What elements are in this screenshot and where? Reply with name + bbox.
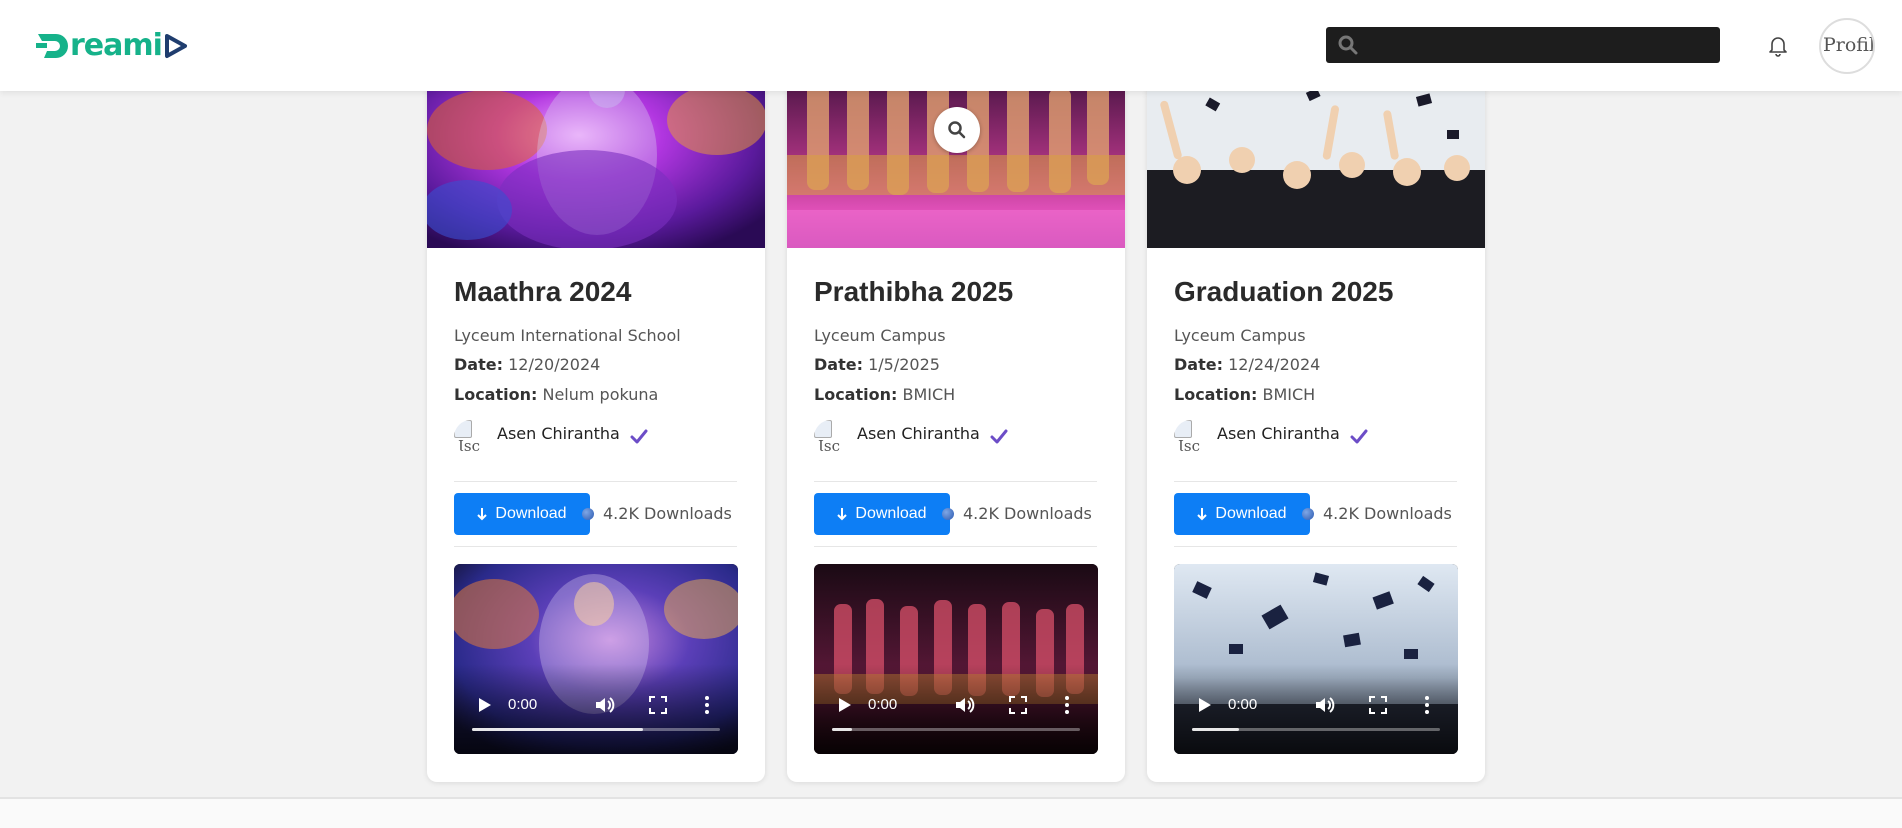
event-location: Location: BMICH <box>814 385 955 404</box>
event-date: Date: 12/20/2024 <box>454 355 600 374</box>
event-date: Date: 1/5/2025 <box>814 355 940 374</box>
fullscreen-icon[interactable] <box>1009 696 1027 714</box>
divider <box>1174 546 1457 547</box>
author-avatar-alt: Isc <box>818 437 841 454</box>
video-progress-bar[interactable] <box>832 728 1080 731</box>
volume-icon[interactable] <box>954 695 976 715</box>
fullscreen-icon[interactable] <box>649 696 667 714</box>
date-value: 1/5/2025 <box>868 355 940 374</box>
event-title: Prathibha 2025 <box>814 276 1014 307</box>
date-value: 12/24/2024 <box>1228 355 1321 374</box>
video-time: 0:00 <box>868 696 898 713</box>
play-icon[interactable] <box>838 697 852 713</box>
logo-text: reami <box>70 28 163 63</box>
event-title: Maathra 2024 <box>454 276 632 307</box>
more-icon[interactable] <box>1424 695 1430 715</box>
event-organization: Lyceum Campus <box>814 326 946 345</box>
video-progress-fill <box>472 728 644 731</box>
divider <box>814 481 1097 482</box>
event-date: Date: 12/24/2024 <box>1174 355 1320 374</box>
author-name[interactable]: Asen Chirantha <box>857 424 980 443</box>
profile-alt-text: Profile <box>1823 34 1875 56</box>
download-count: 4.2K Downloads <box>942 504 1092 523</box>
event-card: Prathibha 2025 Lyceum Campus Date: 1/5/2… <box>787 60 1125 782</box>
more-icon[interactable] <box>1064 695 1070 715</box>
location-value: BMICH <box>902 385 956 404</box>
location-value: Nelum pokuna <box>542 385 659 404</box>
date-label: Date: <box>1174 355 1223 374</box>
logo-play-icon <box>164 34 187 58</box>
divider <box>814 546 1097 547</box>
author-avatar: Isc <box>1174 420 1208 454</box>
author-avatar: Isc <box>814 420 848 454</box>
download-count: 4.2K Downloads <box>1302 504 1452 523</box>
download-label: Download <box>1215 505 1287 522</box>
play-icon[interactable] <box>478 697 492 713</box>
bell-icon[interactable] <box>1766 33 1790 57</box>
video-time: 0:00 <box>1228 696 1258 713</box>
video-player[interactable]: 0:00 <box>814 564 1098 754</box>
event-location: Location: Nelum pokuna <box>454 385 658 404</box>
video-progress-fill <box>1192 728 1240 731</box>
verified-icon <box>990 429 1008 444</box>
event-organization: Lyceum International School <box>454 326 681 345</box>
event-title: Graduation 2025 <box>1174 276 1394 307</box>
profile-avatar[interactable]: Profile <box>1819 18 1875 74</box>
dreamio-logo[interactable]: reami <box>36 28 188 64</box>
download-button[interactable]: Download <box>1174 493 1310 535</box>
logo-d-icon <box>36 34 68 58</box>
fullscreen-icon[interactable] <box>1369 696 1387 714</box>
author-avatar-alt: Isc <box>1178 437 1201 454</box>
verified-icon <box>630 429 648 444</box>
verified-icon <box>1350 429 1368 444</box>
author-avatar: Isc <box>454 420 488 454</box>
event-card: Maathra 2024 Lyceum International School… <box>427 60 765 782</box>
download-count: 4.2K Downloads <box>582 504 732 523</box>
location-label: Location: <box>454 385 538 404</box>
download-button[interactable]: Download <box>814 493 950 535</box>
download-label: Download <box>855 505 927 522</box>
volume-icon[interactable] <box>1314 695 1336 715</box>
event-organization: Lyceum Campus <box>1174 326 1306 345</box>
location-value: BMICH <box>1262 385 1316 404</box>
video-progress-fill <box>832 728 852 731</box>
location-label: Location: <box>1174 385 1258 404</box>
event-location: Location: BMICH <box>1174 385 1315 404</box>
top-navbar: reami Profile <box>0 0 1902 91</box>
author-name[interactable]: Asen Chirantha <box>497 424 620 443</box>
divider <box>454 481 737 482</box>
volume-icon[interactable] <box>594 695 616 715</box>
footer-strip <box>0 797 1902 828</box>
search-icon <box>1338 35 1358 55</box>
zoom-button[interactable] <box>934 107 980 153</box>
location-label: Location: <box>814 385 898 404</box>
video-progress-bar[interactable] <box>1192 728 1440 731</box>
zoom-icon <box>948 121 966 139</box>
divider <box>1174 481 1457 482</box>
search-bar[interactable] <box>1326 27 1720 63</box>
author-avatar-alt: Isc <box>458 437 481 454</box>
download-icon <box>837 508 848 521</box>
more-icon[interactable] <box>704 695 710 715</box>
video-progress-bar[interactable] <box>472 728 720 731</box>
divider <box>454 546 737 547</box>
play-icon[interactable] <box>1198 697 1212 713</box>
video-player[interactable]: 0:00 <box>1174 564 1458 754</box>
event-card: Graduation 2025 Lyceum Campus Date: 12/2… <box>1147 60 1485 782</box>
video-player[interactable]: 0:00 <box>454 564 738 754</box>
search-input[interactable] <box>1366 27 1716 63</box>
date-value: 12/20/2024 <box>508 355 601 374</box>
download-icon <box>477 508 488 521</box>
download-button[interactable]: Download <box>454 493 590 535</box>
video-time: 0:00 <box>508 696 538 713</box>
author-name[interactable]: Asen Chirantha <box>1217 424 1340 443</box>
download-label: Download <box>495 505 567 522</box>
download-icon <box>1197 508 1208 521</box>
date-label: Date: <box>454 355 503 374</box>
date-label: Date: <box>814 355 863 374</box>
